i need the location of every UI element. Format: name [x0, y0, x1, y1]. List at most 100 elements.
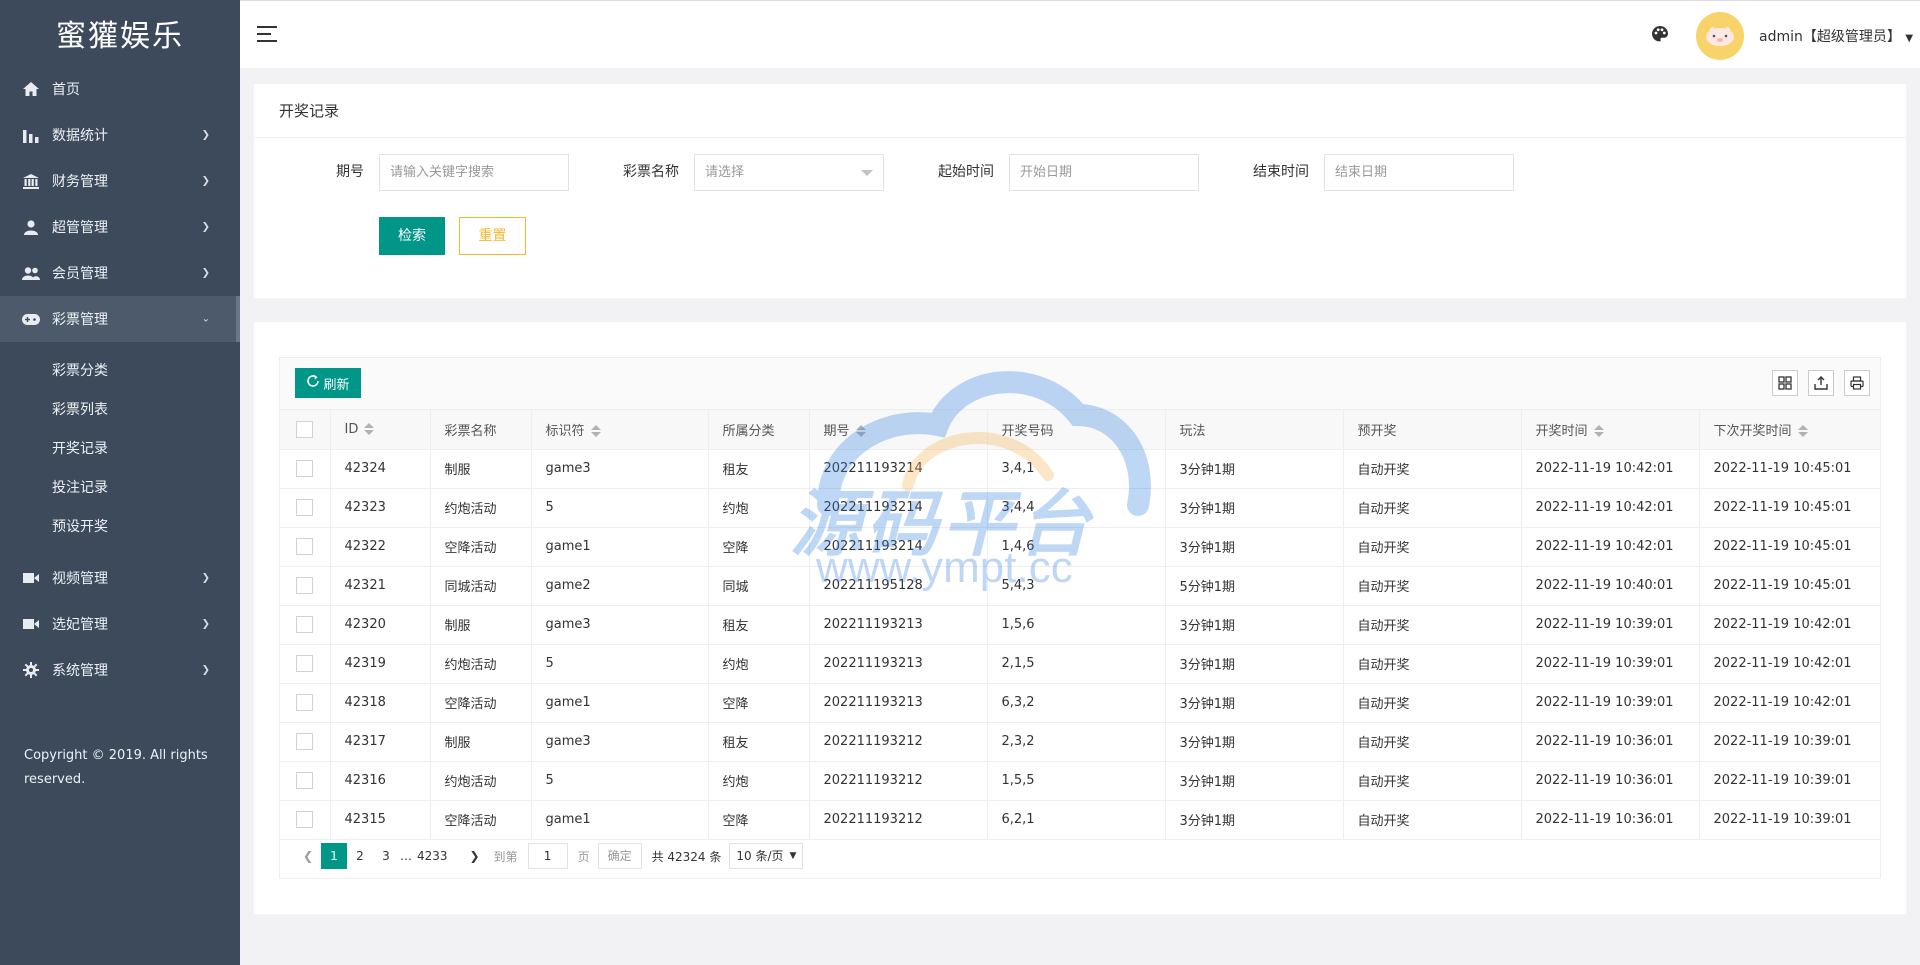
lottery-name-select[interactable]: 请选择 — [694, 154, 884, 191]
goto-page-input[interactable]: 1 — [527, 843, 568, 869]
row-checkbox[interactable] — [280, 722, 331, 762]
row-checkbox[interactable] — [280, 527, 331, 567]
sidebar-item-concubine[interactable]: 选妃管理 ❯ — [0, 601, 240, 647]
cell-numbers: 3,4,1 — [987, 449, 1166, 489]
export-icon[interactable] — [1808, 370, 1834, 396]
cell-next-draw-time: 2022-11-19 10:42:01 — [1699, 683, 1880, 723]
sidebar-item-video[interactable]: 视频管理 ❯ — [0, 555, 240, 601]
cell-draw-time: 2022-11-19 10:42:01 — [1521, 449, 1700, 489]
row-checkbox[interactable] — [280, 605, 331, 645]
submenu-preset-draw[interactable]: 预设开奖 — [0, 506, 240, 545]
cell-play: 3分钟1期 — [1165, 761, 1344, 801]
sidebar-item-finance[interactable]: 财务管理 ❯ — [0, 158, 240, 204]
page-1[interactable]: 1 — [321, 843, 347, 869]
cell-issue: 202211195128 — [809, 566, 988, 606]
goto-confirm-button[interactable]: 确定 — [597, 843, 642, 869]
submenu-lottery-category[interactable]: 彩票分类 — [0, 350, 240, 389]
pagination: ❮ 1 2 3 … 4233 ❯ 到第 1 页 确定 共 42324 条 10 … — [295, 843, 804, 869]
sort-icon[interactable] — [1593, 425, 1604, 438]
cell-predraw: 自动开奖 — [1343, 449, 1522, 489]
table-row: 42316 约炮活动 5 约炮 202211193212 1,5,5 3分钟1期 自动开奖 20… — [280, 761, 1880, 801]
prev-page-icon[interactable]: ❮ — [295, 843, 321, 869]
user-menu[interactable]: admin【超级管理员】 ▼ — [1759, 26, 1913, 46]
sort-icon[interactable] — [590, 425, 601, 438]
cell-predraw: 自动开奖 — [1343, 761, 1522, 801]
chevron-right-icon: ❯ — [201, 221, 210, 233]
chevron-down-icon — [861, 170, 873, 176]
cell-category: 约炮 — [708, 761, 810, 801]
lottery-name-placeholder: 请选择 — [705, 165, 745, 180]
refresh-button[interactable]: 刷新 — [295, 368, 361, 398]
sort-icon[interactable] — [855, 425, 866, 438]
cell-numbers: 3,4,4 — [987, 488, 1166, 528]
sidebar-item-stats[interactable]: 数据统计 ❯ — [0, 112, 240, 158]
row-checkbox[interactable] — [280, 761, 331, 801]
column-header-lottery-name: 彩票名称 — [430, 410, 532, 450]
page-size-select[interactable]: 10 条/页 ▼ — [729, 843, 804, 869]
column-header-id[interactable]: ID — [330, 410, 431, 450]
draw-records-table: ID 彩票名称 标识符 所属分类 期号 开奖号码 玩法 预开奖 开奖时间 下次开… — [280, 410, 1880, 840]
submenu-draw-records[interactable]: 开奖记录 — [0, 428, 240, 467]
sidebar-item-lottery[interactable]: 彩票管理 ⌄ — [0, 296, 240, 342]
column-header-draw-time[interactable]: 开奖时间 — [1521, 410, 1700, 450]
palette-icon[interactable] — [1651, 25, 1669, 47]
next-page-icon[interactable]: ❯ — [462, 843, 488, 869]
bank-icon — [22, 172, 40, 190]
cell-predraw: 自动开奖 — [1343, 527, 1522, 567]
cell-category: 同城 — [708, 566, 810, 606]
cell-lottery-name: 制服 — [430, 722, 532, 762]
chevron-right-icon: ❯ — [201, 129, 210, 141]
column-header-issue[interactable]: 期号 — [809, 410, 988, 450]
sidebar-item-members[interactable]: 会员管理 ❯ — [0, 250, 240, 296]
chevron-right-icon: ❯ — [201, 175, 210, 187]
cell-lottery-name: 制服 — [430, 605, 532, 645]
page-2[interactable]: 2 — [347, 843, 373, 869]
cell-predraw: 自动开奖 — [1343, 800, 1522, 840]
cell-id: 42321 — [330, 566, 431, 606]
page-last[interactable]: 4233 — [413, 843, 452, 869]
table-toolbar: 刷新 — [280, 358, 1880, 410]
columns-filter-icon[interactable] — [1772, 370, 1798, 396]
cell-issue: 202211193214 — [809, 449, 988, 489]
column-header-category: 所属分类 — [708, 410, 810, 450]
start-date-input[interactable]: 开始日期 — [1009, 154, 1199, 191]
sort-icon[interactable] — [364, 423, 375, 436]
cell-issue: 202211193212 — [809, 800, 988, 840]
page-3[interactable]: 3 — [373, 843, 399, 869]
submenu-lottery-list[interactable]: 彩票列表 — [0, 389, 240, 428]
cell-lottery-name: 同城活动 — [430, 566, 532, 606]
reset-button[interactable]: 重置 — [459, 217, 526, 255]
user-icon — [22, 218, 40, 236]
row-checkbox[interactable] — [280, 644, 331, 684]
print-icon[interactable] — [1844, 370, 1870, 396]
column-header-identifier[interactable]: 标识符 — [531, 410, 709, 450]
cell-identifier: game3 — [531, 605, 709, 645]
cell-lottery-name: 空降活动 — [430, 527, 532, 567]
sidebar-item-system[interactable]: 系统管理 ❯ — [0, 647, 240, 693]
chevron-right-icon: ❯ — [201, 664, 210, 676]
cell-identifier: game1 — [531, 800, 709, 840]
avatar[interactable] — [1696, 12, 1744, 60]
cell-issue: 202211193213 — [809, 683, 988, 723]
row-checkbox[interactable] — [280, 449, 331, 489]
cell-numbers: 6,3,2 — [987, 683, 1166, 723]
row-checkbox[interactable] — [280, 683, 331, 723]
page-title: 开奖记录 — [254, 84, 1906, 138]
sidebar-item-admins[interactable]: 超管管理 ❯ — [0, 204, 240, 250]
search-button[interactable]: 检索 — [379, 217, 445, 255]
table-row: 42322 空降活动 game1 空降 202211193214 1,4,6 3分钟1期 自动… — [280, 527, 1880, 567]
row-checkbox[interactable] — [280, 566, 331, 606]
row-checkbox[interactable] — [280, 800, 331, 840]
row-checkbox[interactable] — [280, 488, 331, 528]
cell-predraw: 自动开奖 — [1343, 722, 1522, 762]
column-header-next-draw-time[interactable]: 下次开奖时间 — [1699, 410, 1880, 450]
menu-toggle-icon[interactable] — [257, 26, 277, 47]
sidebar-item-home[interactable]: 首页 — [0, 66, 240, 112]
end-date-input[interactable]: 结束日期 — [1324, 154, 1514, 191]
cell-identifier: game2 — [531, 566, 709, 606]
sort-icon[interactable] — [1797, 425, 1808, 438]
select-all-checkbox[interactable] — [280, 410, 331, 450]
table-panel: 刷新 ID 彩票名称 标识符 所属分类 期号 开奖号码 玩法 预开奖 开奖时间 … — [254, 322, 1906, 914]
issue-input[interactable]: 请输入关键字搜索 — [379, 154, 569, 191]
submenu-bet-records[interactable]: 投注记录 — [0, 467, 240, 506]
